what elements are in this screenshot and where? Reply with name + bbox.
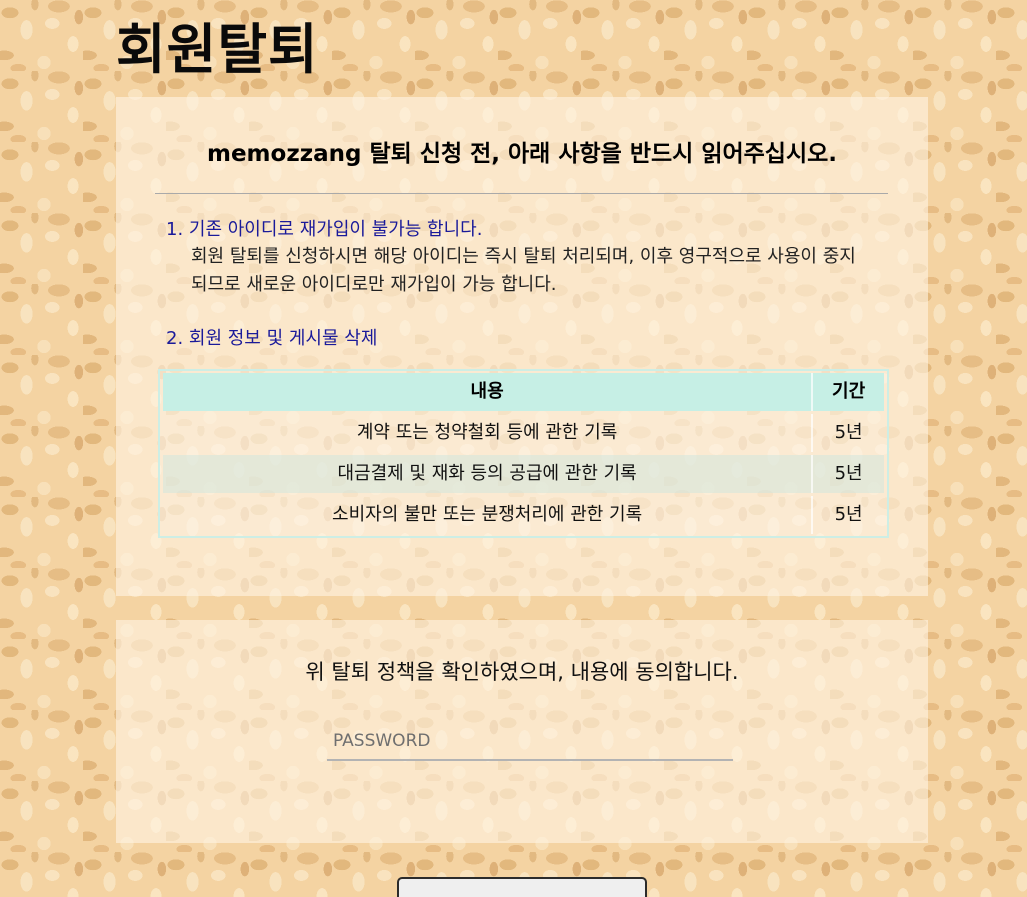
notice-item-data-deletion-title: 2. 회원 정보 및 게시물 삭제 [166, 328, 378, 349]
password-input[interactable] [327, 723, 733, 761]
notice-item-rejoin-title: 1. 기존 아이디로 재가입이 불가능 합니다. [166, 219, 483, 240]
table-cell-period: 5년 [811, 414, 884, 452]
withdrawal-notice-panel: memozzang 탈퇴 신청 전, 아래 사항을 반드시 읽어주십시오. 1.… [116, 97, 928, 596]
column-header-period: 기간 [811, 373, 884, 411]
withdraw-submit-button[interactable] [397, 877, 647, 897]
agreement-panel: 위 탈퇴 정책을 확인하였으며, 내용에 동의합니다. [116, 620, 928, 843]
heading-divider [155, 193, 888, 194]
table-header-row: 내용 기간 [163, 373, 884, 411]
table-row: 소비자의 불만 또는 분쟁처리에 관한 기록 5년 [163, 496, 884, 534]
notice-item-rejoin-description: 회원 탈퇴를 신청하시면 해당 아이디는 즉시 탈퇴 처리되며, 이후 영구적으… [191, 246, 856, 295]
retention-records-table: 내용 기간 계약 또는 청약철회 등에 관한 기록 5년 대금결제 및 재화 등… [158, 369, 889, 538]
table-row: 대금결제 및 재화 등의 공급에 관한 기록 5년 [163, 455, 884, 493]
table-cell-content: 대금결제 및 재화 등의 공급에 관한 기록 [337, 463, 637, 484]
table-cell-period: 5년 [811, 496, 884, 534]
table-cell-content: 소비자의 불만 또는 분쟁처리에 관한 기록 [332, 504, 643, 525]
table-cell-content: 계약 또는 청약철회 등에 관한 기록 [356, 422, 618, 443]
column-header-content: 내용 [470, 381, 504, 402]
page-title: 회원탈퇴 [116, 18, 319, 81]
notice-heading: memozzang 탈퇴 신청 전, 아래 사항을 반드시 읽어주십시오. [206, 141, 838, 167]
table-row: 계약 또는 청약철회 등에 관한 기록 5년 [163, 414, 884, 452]
table-cell-period: 5년 [811, 455, 884, 493]
agreement-text: 위 탈퇴 정책을 확인하였으며, 내용에 동의합니다. [305, 660, 739, 684]
